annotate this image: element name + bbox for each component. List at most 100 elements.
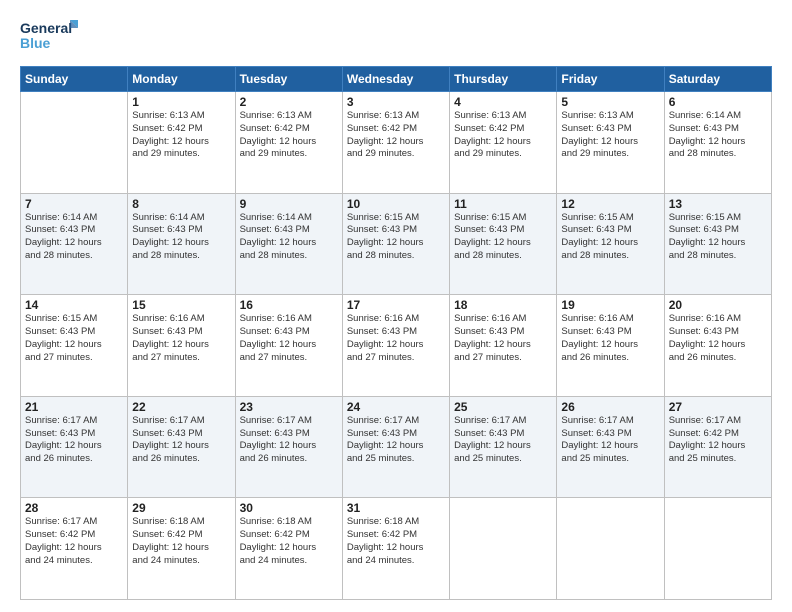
day-number: 6 — [669, 95, 767, 109]
weekday-header-sunday: Sunday — [21, 67, 128, 92]
weekday-header-wednesday: Wednesday — [342, 67, 449, 92]
day-info: Sunrise: 6:17 AM Sunset: 6:43 PM Dayligh… — [347, 415, 445, 466]
day-number: 28 — [25, 501, 123, 515]
day-info: Sunrise: 6:18 AM Sunset: 6:42 PM Dayligh… — [347, 516, 445, 567]
calendar-cell: 23Sunrise: 6:17 AM Sunset: 6:43 PM Dayli… — [235, 396, 342, 498]
calendar-cell: 17Sunrise: 6:16 AM Sunset: 6:43 PM Dayli… — [342, 295, 449, 397]
day-info: Sunrise: 6:13 AM Sunset: 6:42 PM Dayligh… — [132, 110, 230, 161]
day-info: Sunrise: 6:18 AM Sunset: 6:42 PM Dayligh… — [240, 516, 338, 567]
calendar-cell — [21, 92, 128, 194]
day-info: Sunrise: 6:16 AM Sunset: 6:43 PM Dayligh… — [347, 313, 445, 364]
day-number: 12 — [561, 197, 659, 211]
day-info: Sunrise: 6:15 AM Sunset: 6:43 PM Dayligh… — [669, 212, 767, 263]
day-number: 24 — [347, 400, 445, 414]
day-number: 10 — [347, 197, 445, 211]
day-number: 30 — [240, 501, 338, 515]
calendar-cell — [557, 498, 664, 600]
day-number: 22 — [132, 400, 230, 414]
calendar-cell: 18Sunrise: 6:16 AM Sunset: 6:43 PM Dayli… — [450, 295, 557, 397]
calendar-cell: 19Sunrise: 6:16 AM Sunset: 6:43 PM Dayli… — [557, 295, 664, 397]
calendar-cell: 9Sunrise: 6:14 AM Sunset: 6:43 PM Daylig… — [235, 193, 342, 295]
calendar-cell: 31Sunrise: 6:18 AM Sunset: 6:42 PM Dayli… — [342, 498, 449, 600]
svg-text:General: General — [20, 20, 72, 36]
calendar-week-3: 14Sunrise: 6:15 AM Sunset: 6:43 PM Dayli… — [21, 295, 772, 397]
day-info: Sunrise: 6:14 AM Sunset: 6:43 PM Dayligh… — [132, 212, 230, 263]
day-info: Sunrise: 6:17 AM Sunset: 6:42 PM Dayligh… — [669, 415, 767, 466]
day-number: 13 — [669, 197, 767, 211]
logo: General Blue — [20, 16, 80, 56]
calendar-cell: 12Sunrise: 6:15 AM Sunset: 6:43 PM Dayli… — [557, 193, 664, 295]
calendar-cell: 16Sunrise: 6:16 AM Sunset: 6:43 PM Dayli… — [235, 295, 342, 397]
calendar-cell: 5Sunrise: 6:13 AM Sunset: 6:43 PM Daylig… — [557, 92, 664, 194]
calendar-cell: 7Sunrise: 6:14 AM Sunset: 6:43 PM Daylig… — [21, 193, 128, 295]
calendar-cell — [664, 498, 771, 600]
weekday-header-saturday: Saturday — [664, 67, 771, 92]
calendar-cell: 29Sunrise: 6:18 AM Sunset: 6:42 PM Dayli… — [128, 498, 235, 600]
day-info: Sunrise: 6:13 AM Sunset: 6:42 PM Dayligh… — [240, 110, 338, 161]
day-info: Sunrise: 6:17 AM Sunset: 6:43 PM Dayligh… — [132, 415, 230, 466]
calendar-week-1: 1Sunrise: 6:13 AM Sunset: 6:42 PM Daylig… — [21, 92, 772, 194]
weekday-header-monday: Monday — [128, 67, 235, 92]
calendar-cell: 27Sunrise: 6:17 AM Sunset: 6:42 PM Dayli… — [664, 396, 771, 498]
day-number: 18 — [454, 298, 552, 312]
day-number: 17 — [347, 298, 445, 312]
day-info: Sunrise: 6:16 AM Sunset: 6:43 PM Dayligh… — [454, 313, 552, 364]
day-number: 5 — [561, 95, 659, 109]
calendar-cell: 14Sunrise: 6:15 AM Sunset: 6:43 PM Dayli… — [21, 295, 128, 397]
day-number: 2 — [240, 95, 338, 109]
day-info: Sunrise: 6:17 AM Sunset: 6:43 PM Dayligh… — [561, 415, 659, 466]
weekday-header-thursday: Thursday — [450, 67, 557, 92]
day-info: Sunrise: 6:16 AM Sunset: 6:43 PM Dayligh… — [240, 313, 338, 364]
calendar-week-2: 7 Sunrise: 6:14 AM Sunset: 6:43 PM Daylig… — [21, 193, 772, 295]
calendar-cell: 21Sunrise: 6:17 AM Sunset: 6:43 PM Dayli… — [21, 396, 128, 498]
calendar-cell: 15Sunrise: 6:16 AM Sunset: 6:43 PM Dayli… — [128, 295, 235, 397]
day-info: Sunrise: 6:13 AM Sunset: 6:42 PM Dayligh… — [454, 110, 552, 161]
day-info: Sunrise: 6:17 AM Sunset: 6:43 PM Dayligh… — [240, 415, 338, 466]
day-number: 14 — [25, 298, 123, 312]
calendar-cell: 1Sunrise: 6:13 AM Sunset: 6:42 PM Daylig… — [128, 92, 235, 194]
day-number: 4 — [454, 95, 552, 109]
day-info: Sunrise: 6:15 AM Sunset: 6:43 PM Dayligh… — [25, 313, 123, 364]
calendar-week-4: 21Sunrise: 6:17 AM Sunset: 6:43 PM Dayli… — [21, 396, 772, 498]
page: General Blue SundayMondayTuesdayWednesda… — [0, 0, 792, 612]
day-info: Sunrise: 6:13 AM Sunset: 6:43 PM Dayligh… — [561, 110, 659, 161]
calendar-header-row: SundayMondayTuesdayWednesdayThursdayFrid… — [21, 67, 772, 92]
calendar-cell: 24Sunrise: 6:17 AM Sunset: 6:43 PM Dayli… — [342, 396, 449, 498]
calendar-table: SundayMondayTuesdayWednesdayThursdayFrid… — [20, 66, 772, 600]
day-number: 26 — [561, 400, 659, 414]
day-info: Sunrise: 6:14 AM Sunset: 6:43 PM Dayligh… — [240, 212, 338, 263]
calendar-cell: 13Sunrise: 6:15 AM Sunset: 6:43 PM Dayli… — [664, 193, 771, 295]
day-info: Sunrise: 6:16 AM Sunset: 6:43 PM Dayligh… — [132, 313, 230, 364]
day-info: Sunrise: 6:14 AM Sunset: 6:43 PM Dayligh… — [669, 110, 767, 161]
calendar-cell: 30Sunrise: 6:18 AM Sunset: 6:42 PM Dayli… — [235, 498, 342, 600]
day-info: Sunrise: 6:16 AM Sunset: 6:43 PM Dayligh… — [561, 313, 659, 364]
day-number: 27 — [669, 400, 767, 414]
day-info: Sunrise: 6:15 AM Sunset: 6:43 PM Dayligh… — [454, 212, 552, 263]
day-number: 7 — [25, 197, 123, 211]
weekday-header-friday: Friday — [557, 67, 664, 92]
day-info: Sunrise: 6:17 AM Sunset: 6:43 PM Dayligh… — [25, 415, 123, 466]
day-info: Sunrise: 6:15 AM Sunset: 6:43 PM Dayligh… — [561, 212, 659, 263]
calendar-cell: 11Sunrise: 6:15 AM Sunset: 6:43 PM Dayli… — [450, 193, 557, 295]
calendar-cell: 25Sunrise: 6:17 AM Sunset: 6:43 PM Dayli… — [450, 396, 557, 498]
day-number: 8 — [132, 197, 230, 211]
day-info: Sunrise: 6:16 AM Sunset: 6:43 PM Dayligh… — [669, 313, 767, 364]
weekday-header-tuesday: Tuesday — [235, 67, 342, 92]
calendar-cell: 6Sunrise: 6:14 AM Sunset: 6:43 PM Daylig… — [664, 92, 771, 194]
calendar-cell: 22Sunrise: 6:17 AM Sunset: 6:43 PM Dayli… — [128, 396, 235, 498]
day-number: 19 — [561, 298, 659, 312]
day-info: Sunrise: 6:17 AM Sunset: 6:42 PM Dayligh… — [25, 516, 123, 567]
day-info: Sunrise: 6:13 AM Sunset: 6:42 PM Dayligh… — [347, 110, 445, 161]
day-number: 23 — [240, 400, 338, 414]
calendar-cell — [450, 498, 557, 600]
day-number: 9 — [240, 197, 338, 211]
calendar-cell: 4Sunrise: 6:13 AM Sunset: 6:42 PM Daylig… — [450, 92, 557, 194]
day-number: 21 — [25, 400, 123, 414]
logo-svg: General Blue — [20, 16, 80, 56]
day-number: 3 — [347, 95, 445, 109]
day-number: 20 — [669, 298, 767, 312]
day-info: Sunrise: 6:18 AM Sunset: 6:42 PM Dayligh… — [132, 516, 230, 567]
calendar-cell: 2Sunrise: 6:13 AM Sunset: 6:42 PM Daylig… — [235, 92, 342, 194]
day-number: 15 — [132, 298, 230, 312]
day-number: 1 — [132, 95, 230, 109]
